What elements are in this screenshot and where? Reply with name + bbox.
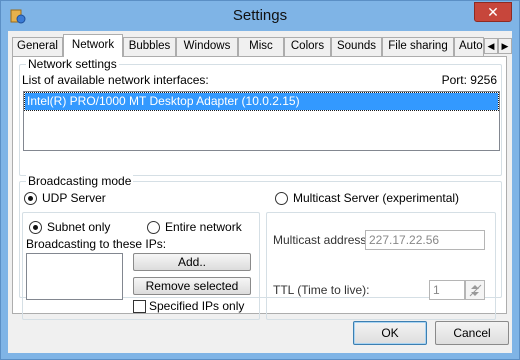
tab-network[interactable]: Network [63, 34, 123, 57]
window-title: Settings [232, 7, 288, 24]
udp-server-label[interactable]: UDP Server [42, 191, 106, 205]
cancel-button[interactable]: Cancel [435, 321, 509, 345]
broadcast-ips-label: Broadcasting to these IPs: [26, 237, 167, 251]
close-button[interactable]: ✕ [474, 2, 512, 22]
add-ip-button[interactable]: Add.. [133, 253, 251, 271]
network-tab-page: Network settings List of available netwo… [12, 56, 507, 320]
settings-window: Settings ✕ General Network Bubbles Windo… [0, 0, 520, 360]
udp-options-group: Subnet only Entire network Broadcasting … [22, 212, 260, 320]
network-settings-group: Network settings List of available netwo… [19, 57, 502, 176]
title-bar[interactable]: Settings ✕ [1, 1, 519, 31]
entire-network-radio[interactable] [147, 221, 160, 234]
multicast-server-label[interactable]: Multicast Server (experimental) [293, 191, 459, 205]
ttl-label: TTL (Time to live): [273, 283, 370, 297]
dialog-client-area: General Network Bubbles Windows Misc Col… [8, 31, 512, 353]
tab-windows[interactable]: Windows [176, 37, 238, 56]
ok-button[interactable]: OK [353, 321, 427, 345]
port-label: Port: 9256 [441, 73, 497, 87]
multicast-address-field[interactable]: 227.17.22.56 [365, 230, 485, 250]
subnet-only-label[interactable]: Subnet only [47, 220, 110, 234]
tab-scroll-right[interactable]: ▶ [498, 38, 512, 54]
multicast-options-group: Multicast address: 227.17.22.56 TTL (Tim… [266, 212, 496, 320]
tab-misc[interactable]: Misc [238, 37, 284, 56]
udp-server-radio[interactable] [24, 192, 37, 205]
spinner-arrows-icon [469, 284, 482, 297]
tab-sounds[interactable]: Sounds [331, 37, 382, 56]
broadcasting-mode-group: Broadcasting mode UDP Server Multicast S… [19, 174, 502, 320]
ttl-field[interactable]: 1 [429, 280, 465, 300]
tab-general[interactable]: General [12, 37, 63, 56]
network-settings-label: Network settings [26, 57, 119, 71]
ttl-spinner[interactable] [465, 280, 485, 300]
list-item[interactable]: Intel(R) PRO/1000 MT Desktop Adapter (10… [24, 92, 499, 111]
tab-colors[interactable]: Colors [284, 37, 331, 56]
specified-ips-label[interactable]: Specified IPs only [149, 299, 244, 313]
broadcast-ips-listbox[interactable] [26, 253, 123, 300]
interfaces-list-label: List of available network interfaces: [22, 73, 209, 87]
tab-auto[interactable]: Auto [454, 37, 484, 56]
tab-scroll-left[interactable]: ◀ [484, 38, 498, 54]
subnet-only-radio[interactable] [29, 221, 42, 234]
multicast-address-label: Multicast address: [273, 233, 370, 247]
tab-file-sharing[interactable]: File sharing [382, 37, 454, 56]
broadcasting-mode-label: Broadcasting mode [26, 174, 134, 188]
tab-bubbles[interactable]: Bubbles [123, 37, 176, 56]
multicast-server-radio[interactable] [275, 192, 288, 205]
remove-selected-button[interactable]: Remove selected [133, 277, 251, 295]
interfaces-listbox[interactable]: Intel(R) PRO/1000 MT Desktop Adapter (10… [23, 91, 500, 151]
specified-ips-checkbox[interactable] [133, 300, 146, 313]
tab-strip: General Network Bubbles Windows Misc Col… [12, 34, 512, 57]
entire-network-label[interactable]: Entire network [165, 220, 242, 234]
